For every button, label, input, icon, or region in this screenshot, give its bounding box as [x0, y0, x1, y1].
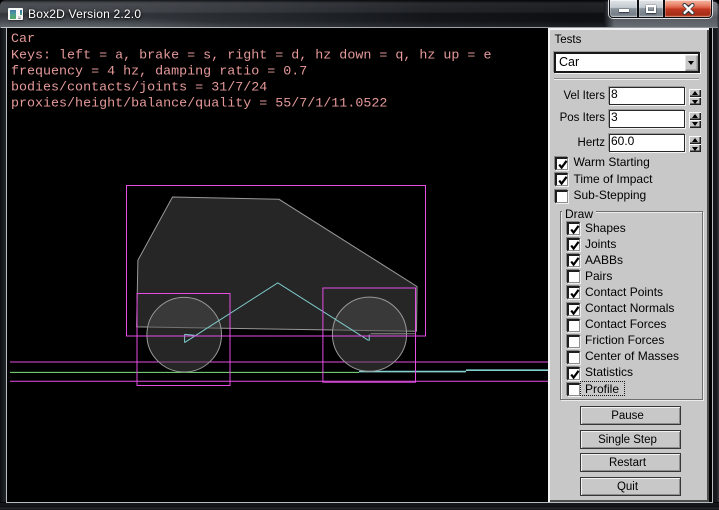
- svg-text:Keys: left = a, brake = s, rig: Keys: left = a, brake = s, right = d, hz…: [11, 49, 491, 64]
- svg-text:bodies/contacts/joints = 31/7/: bodies/contacts/joints = 31/7/24: [11, 81, 267, 96]
- svg-text:proxies/height/balance/quality: proxies/height/balance/quality = 55/7/1/…: [11, 97, 387, 112]
- svg-text:frequency = 4 hz, damping rati: frequency = 4 hz, damping ratio = 0.7: [11, 65, 307, 80]
- svg-text:Car: Car: [11, 32, 35, 47]
